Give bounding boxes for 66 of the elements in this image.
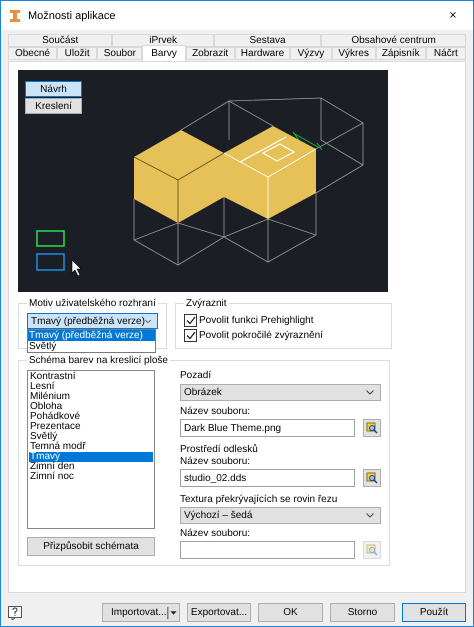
dialog-button[interactable]: Storno bbox=[330, 603, 395, 622]
dialog-button[interactable]: Exportovat... bbox=[187, 603, 251, 622]
group-title: Motiv uživatelského rozhraní bbox=[28, 298, 157, 309]
field-label: Název souboru: bbox=[180, 406, 252, 417]
tab[interactable]: Obsahové centrum bbox=[321, 34, 466, 47]
tab[interactable]: Uložit bbox=[56, 47, 98, 60]
tab[interactable]: Výkres bbox=[332, 47, 376, 60]
cursor-icon bbox=[72, 259, 82, 276]
scheme-item[interactable]: Světlý bbox=[29, 432, 153, 442]
tab[interactable]: Hardware bbox=[234, 47, 290, 60]
texture-dropdown[interactable]: Výchozí – šedá bbox=[180, 507, 381, 524]
tab[interactable]: iPrvek bbox=[112, 34, 214, 47]
dropdown-arrow-icon bbox=[166, 606, 177, 620]
checkbox-label: Povolit pokročilé zvýraznění bbox=[199, 330, 323, 341]
file-name-field[interactable]: Dark Blue Theme.png bbox=[180, 419, 355, 437]
scheme-item[interactable]: Prezentace bbox=[29, 422, 153, 432]
theme-dropdown[interactable]: Tmavý (předběžná verze) bbox=[27, 313, 158, 329]
file-name-field[interactable]: studio_02.dds bbox=[180, 469, 355, 487]
tab[interactable]: Zobrazit bbox=[186, 47, 235, 60]
chevron-icon bbox=[144, 318, 151, 324]
import-button[interactable]: Importovat... bbox=[102, 603, 180, 622]
tab[interactable]: Náčrt bbox=[426, 47, 466, 60]
chevron-icon bbox=[366, 513, 374, 518]
apply-button[interactable]: Použít bbox=[402, 603, 466, 622]
browse-button[interactable] bbox=[363, 419, 381, 437]
field-label: Název souboru: bbox=[180, 528, 252, 539]
checkbox[interactable] bbox=[184, 329, 197, 342]
dropdown-option[interactable]: Tmavý (předběžná verze) bbox=[28, 330, 155, 341]
section-label: Prostředí odlesků bbox=[180, 444, 259, 455]
field-label: Název souboru: bbox=[180, 456, 252, 467]
scheme-item[interactable]: Temná modř bbox=[29, 442, 153, 452]
close-button[interactable]: × bbox=[433, 1, 473, 30]
tab[interactable]: Barvy bbox=[142, 45, 186, 61]
scheme-item[interactable]: Pohádkové bbox=[29, 412, 153, 422]
scheme-item[interactable]: Tmavý bbox=[29, 452, 153, 462]
tab[interactable]: Soubor bbox=[97, 47, 142, 60]
tab[interactable]: Výzvy bbox=[290, 47, 332, 60]
highlight-frame-icon bbox=[36, 230, 65, 247]
group-title: Zvýraznit bbox=[185, 298, 228, 309]
scheme-item[interactable]: Zimní den bbox=[29, 462, 153, 472]
dialog-button[interactable]: OK bbox=[258, 603, 323, 622]
chevron-icon bbox=[366, 390, 374, 395]
field-label: Pozadí bbox=[180, 370, 212, 381]
tab[interactable]: Obecné bbox=[8, 47, 57, 60]
browse-button[interactable] bbox=[363, 469, 381, 487]
scheme-item[interactable]: Milénium bbox=[29, 392, 153, 402]
window-title: Možnosti aplikace bbox=[28, 10, 116, 22]
field-label: Textura překrývajících se rovin řezu bbox=[180, 494, 338, 505]
scheme-item[interactable]: Zimní noc bbox=[29, 472, 153, 482]
checkbox[interactable] bbox=[184, 314, 197, 327]
scheme-item[interactable]: Lesní bbox=[29, 382, 153, 392]
app-logo-icon bbox=[9, 8, 21, 22]
tab[interactable]: Sestava bbox=[214, 34, 322, 47]
scheme-item[interactable]: Kontrastní bbox=[29, 372, 153, 382]
background-dropdown[interactable]: Obrázek bbox=[180, 384, 381, 401]
tab[interactable]: Součást bbox=[8, 34, 112, 47]
help-icon[interactable] bbox=[8, 606, 22, 620]
mode-button[interactable]: Návrh bbox=[25, 81, 82, 97]
selection-frame-icon bbox=[36, 253, 65, 271]
file-name-field[interactable] bbox=[180, 541, 355, 559]
checkbox-label: Povolit funkci Prehighlight bbox=[199, 315, 314, 326]
scheme-item[interactable]: Obloha bbox=[29, 402, 153, 412]
tab[interactable]: Zápisník bbox=[376, 47, 426, 60]
mode-button[interactable]: Kreslení bbox=[25, 98, 82, 114]
group-title: Schéma barev na kreslicí ploše bbox=[28, 355, 169, 366]
customize-button[interactable]: Přizpůsobit schémata bbox=[27, 537, 155, 556]
